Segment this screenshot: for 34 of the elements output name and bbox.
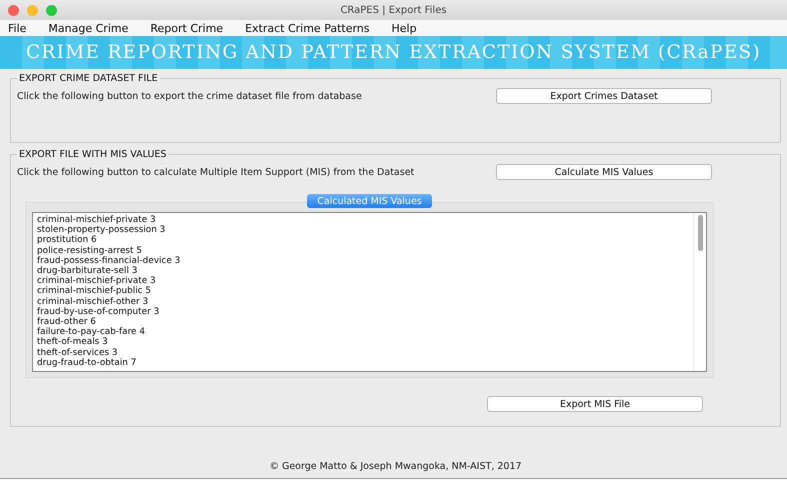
menu-item[interactable]: File [8,22,26,34]
banner-title: CRIME REPORTING AND PATTERN EXTRACTION SYSTEM (CRaPES) [26,42,762,63]
close-icon[interactable] [8,5,19,16]
calculate-button[interactable]: Calculate MIS Values [496,164,712,180]
menu-item[interactable]: Report Crime [150,22,224,34]
list-line: drug-fraud-to-obtain 7 [37,358,138,368]
export-file-button[interactable]: Export MIS File [487,396,703,412]
instruction-text: Click the following button to export the crime dataset file from database [17,90,362,102]
copyright-text: © George Matto & Joseph Mwangoka, NM-AIST, 2017 [269,461,522,472]
list-line: criminal-mischief-public 5 [37,286,152,297]
list-line: police-resisting-arrest 5 [37,246,142,256]
list-line: theft-of-meals 3 [37,337,108,348]
list-line: drug-barbiturate-sell 3 [37,266,138,276]
menu-item[interactable]: Extract Crime Patterns [245,22,370,34]
zoom-icon[interactable] [46,5,57,16]
section-title: EXPORT FILE WITH MIS VALUES [18,149,168,160]
list-line: fraud-by-use-of-computer 3 [37,306,160,317]
window-title: CRaPES | Export Files [340,4,447,16]
list-line: fraud-possess-financial-device 3 [37,256,182,266]
list-line: prostitution 6 [37,235,97,246]
minimize-icon[interactable] [27,5,38,16]
list-line: criminal-mischief-private 3 [37,276,157,286]
section-title: EXPORT CRIME DATASET FILE [18,73,159,84]
list-line: failure-to-pay-cab-fare 4 [37,327,146,338]
list-line: fraud-other 6 [37,317,96,328]
instruction-text: Click the following button to calculate Multiple Item Support (MIS) from the Dataset [17,166,414,178]
list-line: criminal-mischief-private 3 [37,215,157,225]
menu-item[interactable]: Help [392,22,417,34]
export-dataset-button[interactable]: Export Crimes Dataset [496,88,712,104]
menu-item[interactable]: Manage Crime [48,22,128,34]
scrollbar-thumb[interactable] [698,215,702,251]
list-line: criminal-mischief-other 3 [37,296,150,307]
list-line: theft-of-services 3 [37,348,119,358]
list-line: stolen-property-possession 3 [37,225,166,236]
